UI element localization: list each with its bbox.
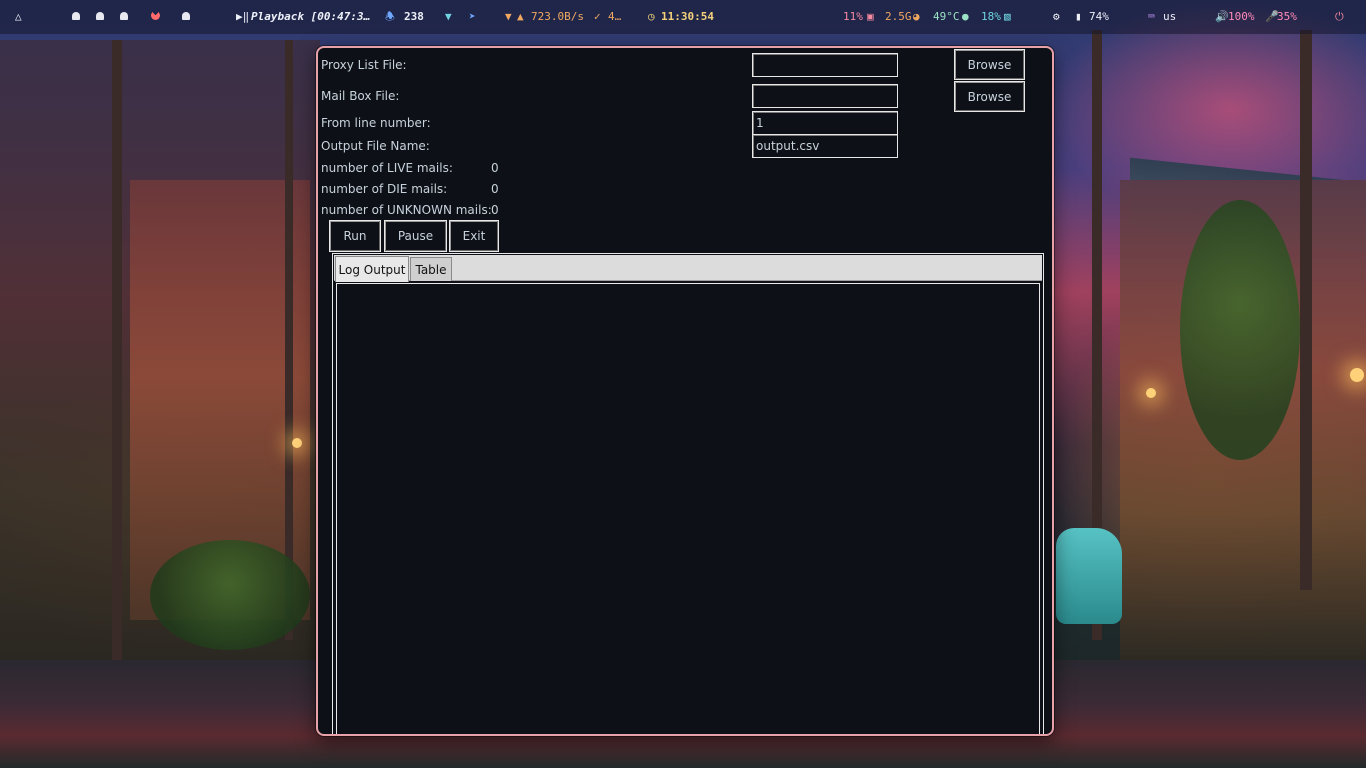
volume-icon[interactable]: 🔊 xyxy=(1215,10,1229,24)
unknown-mails-count: 0 xyxy=(491,203,499,217)
telegram-icon[interactable]: ➤ xyxy=(469,10,476,24)
output-file-label: Output File Name: xyxy=(321,139,430,153)
output-notebook: Log Output Table xyxy=(332,253,1044,734)
browse-mailbox-button[interactable]: Browse xyxy=(954,81,1025,112)
proxy-list-input[interactable] xyxy=(752,53,898,77)
net-check-icon: ✓ xyxy=(594,10,601,23)
settings-gear-icon[interactable]: ⚙ xyxy=(1053,10,1060,24)
temperature-icon: ● xyxy=(962,10,969,23)
mic-level[interactable]: 35% xyxy=(1277,10,1297,24)
net-up-icon: ▲ xyxy=(517,10,524,23)
media-play-pause-icon[interactable]: ▶‖ xyxy=(236,10,249,24)
mailbox-file-label: Mail Box File: xyxy=(321,89,400,103)
live-mails-label: number of LIVE mails: xyxy=(321,161,453,175)
pause-button[interactable]: Pause xyxy=(384,220,447,252)
from-line-label: From line number: xyxy=(321,116,431,130)
tab-log-output[interactable]: Log Output xyxy=(335,256,409,282)
workspace-3-icon[interactable] xyxy=(120,10,128,24)
notification-count: 238 xyxy=(404,10,424,23)
log-output-area[interactable] xyxy=(336,283,1040,734)
disk-usage: 18% xyxy=(981,10,1001,23)
net-extra: 4… xyxy=(608,10,622,23)
power-icon[interactable]: ⏻ xyxy=(1335,10,1344,24)
wallpaper-lamp xyxy=(292,438,302,448)
cpu-icon: ▣ xyxy=(867,10,874,23)
output-file-input[interactable] xyxy=(752,134,898,158)
volume-level[interactable]: 100% xyxy=(1228,10,1255,24)
unknown-mails-label: number of UNKNOWN mails: xyxy=(321,203,492,217)
wallpaper-building-left-lit xyxy=(130,180,310,620)
workspace-active-icon[interactable] xyxy=(151,10,160,24)
from-line-input[interactable] xyxy=(752,111,898,135)
exit-button[interactable]: Exit xyxy=(449,220,499,252)
wallpaper-building-left xyxy=(0,40,320,680)
wifi-icon[interactable]: ▼ xyxy=(445,10,452,24)
die-mails-label: number of DIE mails: xyxy=(321,182,448,196)
wallpaper-building-right xyxy=(1120,180,1366,660)
media-playback-text[interactable]: Playback [00:47:3… xyxy=(251,10,370,24)
wallpaper-pole xyxy=(285,40,293,640)
workspace-5-icon[interactable] xyxy=(182,10,190,24)
wallpaper-tree-left xyxy=(150,540,310,650)
proxy-list-label: Proxy List File: xyxy=(321,58,407,72)
run-button[interactable]: Run xyxy=(329,220,381,252)
distro-logo-icon[interactable]: △ xyxy=(15,10,22,24)
net-down-icon: ▼ xyxy=(505,10,512,23)
wallpaper-pole xyxy=(1092,30,1102,640)
wallpaper-lamp xyxy=(1146,388,1156,398)
wallpaper-car xyxy=(1056,528,1122,624)
wallpaper-pole xyxy=(1300,30,1312,590)
keyboard-layout[interactable]: us xyxy=(1163,10,1176,24)
keyboard-icon: ⌨ xyxy=(1148,10,1155,23)
tab-table[interactable]: Table xyxy=(410,257,452,281)
app-window: Proxy List File: Browse Mail Box File: B… xyxy=(316,46,1054,736)
memory-usage: 2.5G xyxy=(885,10,912,23)
clock-icon: ◷ xyxy=(648,10,655,23)
net-speed: 723.0B/s xyxy=(531,10,584,23)
workspace-2-icon[interactable] xyxy=(96,10,104,24)
die-mails-count: 0 xyxy=(491,182,499,196)
battery-level: 74% xyxy=(1089,10,1109,23)
browse-proxy-button[interactable]: Browse xyxy=(954,49,1025,80)
status-bar: △ ▶‖ Playback [00:47:3… 🕭 238 ▼ ➤ ▼ ▲ 72… xyxy=(0,0,1366,34)
tab-bar: Log Output Table xyxy=(334,255,1042,282)
wallpaper-pole xyxy=(112,40,122,660)
wallpaper-roof-right xyxy=(1130,157,1366,253)
workspace-1-icon[interactable] xyxy=(72,10,80,24)
mailbox-file-input[interactable] xyxy=(752,84,898,108)
memory-icon: ◕ xyxy=(913,10,920,23)
wallpaper-lamp xyxy=(1350,368,1364,382)
bell-icon[interactable]: 🕭 xyxy=(385,10,395,24)
temperature: 49°C xyxy=(933,10,960,23)
wallpaper-tree-right xyxy=(1180,200,1300,460)
clock-time[interactable]: 11:30:54 xyxy=(661,10,714,24)
disk-icon: ▧ xyxy=(1004,10,1011,23)
cpu-usage: 11% xyxy=(843,10,863,23)
live-mails-count: 0 xyxy=(491,161,499,175)
battery-icon: ▮ xyxy=(1075,10,1082,23)
